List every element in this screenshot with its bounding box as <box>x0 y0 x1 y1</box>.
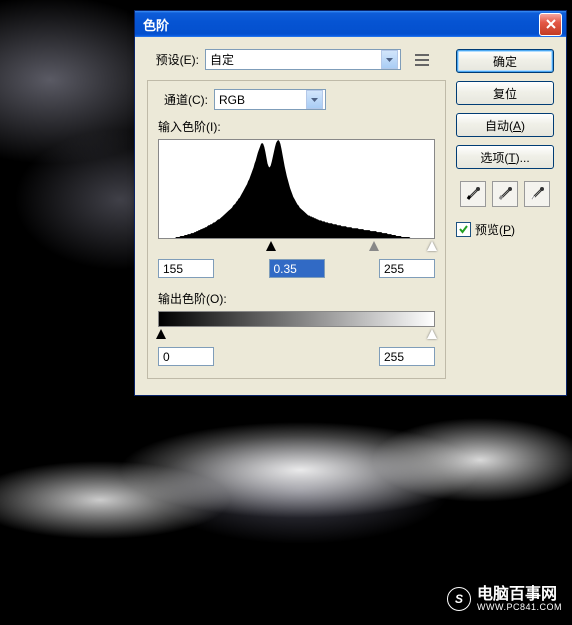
input-levels-label: 输入色阶(I): <box>158 118 435 135</box>
shadow-slider[interactable] <box>266 241 276 251</box>
auto-button[interactable]: 自动(A) <box>456 113 554 137</box>
eyedropper-group <box>456 181 554 207</box>
titlebar[interactable]: 色阶 <box>135 11 566 37</box>
eyedropper-icon <box>497 186 513 202</box>
gray-eyedropper[interactable] <box>492 181 518 207</box>
preset-menu-icon[interactable] <box>415 54 429 66</box>
output-low-input[interactable] <box>158 347 214 366</box>
highlight-slider[interactable] <box>427 241 437 251</box>
eyedropper-icon <box>529 186 545 202</box>
output-high-input[interactable] <box>379 347 435 366</box>
cancel-button[interactable]: 复位 <box>456 81 554 105</box>
close-button[interactable] <box>539 13 562 36</box>
output-low-slider[interactable] <box>156 329 166 339</box>
window-title: 色阶 <box>139 15 539 34</box>
preset-label: 预设(E): <box>147 51 199 68</box>
preview-label: 预览(P) <box>475 221 515 238</box>
shadow-input[interactable] <box>158 259 214 278</box>
close-icon <box>546 19 556 29</box>
check-icon <box>458 224 469 235</box>
preview-checkbox[interactable] <box>456 222 471 237</box>
levels-fieldset: 通道(C): RGB 输入色阶(I): <box>147 80 446 379</box>
auto-label: 自动(A) <box>485 117 525 134</box>
levels-dialog: 色阶 预设(E): 自定 通道(C): RGB <box>134 10 567 396</box>
preset-value: 自定 <box>210 51 381 68</box>
input-slider-track <box>158 241 435 253</box>
watermark-url: WWW.PC841.COM <box>477 603 562 613</box>
eyedropper-icon <box>465 186 481 202</box>
watermark: S 电脑百事网 WWW.PC841.COM <box>447 586 562 613</box>
options-button[interactable]: 选项(T)... <box>456 145 554 169</box>
white-eyedropper[interactable] <box>524 181 550 207</box>
channel-value: RGB <box>219 93 306 107</box>
midtone-slider[interactable] <box>369 241 379 251</box>
watermark-logo-icon: S <box>447 587 471 611</box>
chevron-down-icon <box>306 90 323 109</box>
chevron-down-icon <box>381 50 398 69</box>
highlight-input[interactable] <box>379 259 435 278</box>
channel-dropdown[interactable]: RGB <box>214 89 326 110</box>
midtone-input[interactable] <box>269 259 325 278</box>
output-high-slider[interactable] <box>427 329 437 339</box>
watermark-name: 电脑百事网 <box>477 586 562 604</box>
preset-dropdown[interactable]: 自定 <box>205 49 401 70</box>
ok-button[interactable]: 确定 <box>456 49 554 73</box>
options-label: 选项(T)... <box>480 149 529 166</box>
histogram <box>158 139 435 239</box>
black-eyedropper[interactable] <box>460 181 486 207</box>
channel-label: 通道(C): <box>164 91 208 108</box>
output-gradient <box>158 311 435 327</box>
output-slider-track <box>158 329 435 341</box>
output-levels-label: 输出色阶(O): <box>158 290 435 307</box>
